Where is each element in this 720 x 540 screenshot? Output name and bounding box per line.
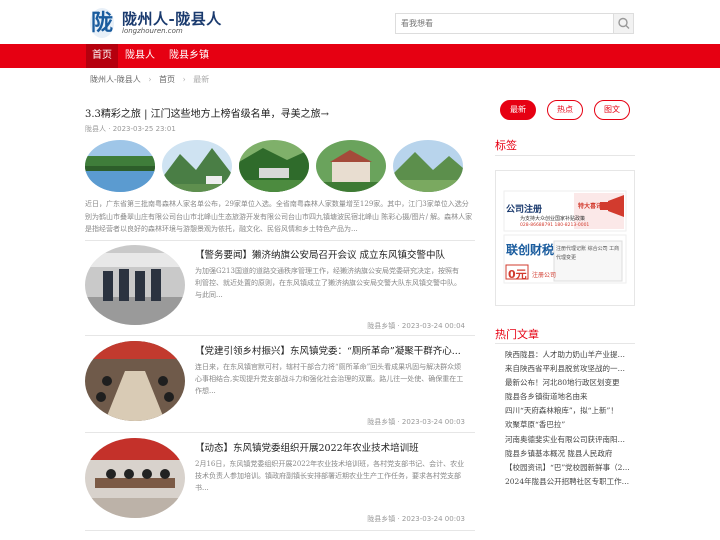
article-meta: 陇县乡镇 · 2023-03-24 00:03	[367, 514, 465, 524]
site-header: 陇 陇州人-陇县人 longzhouren.com	[0, 0, 720, 44]
hot-article-item[interactable]: 2024年陇县公开招聘社区专职工作人...	[505, 475, 630, 489]
featured-date: 2023-03-25 23:01	[112, 125, 176, 133]
chevron-right-icon: ›	[182, 75, 186, 84]
ad-badge: 注册代理记账 综合公司 工商代理变更	[556, 246, 620, 261]
sidebar-tabs: 最新 热点 图文	[495, 100, 635, 122]
hot-article-item[interactable]: 欢聚草原“香巴拉”	[505, 418, 630, 432]
ad-brand-1: 公司注册	[506, 205, 543, 215]
ad-image	[503, 190, 627, 284]
divider	[85, 432, 475, 433]
nav-item-home[interactable]: 首页	[86, 44, 118, 68]
breadcrumb-current: 最新	[193, 75, 210, 84]
thumb-forest-lake[interactable]	[85, 140, 155, 192]
ad-phone: 028-86688791 180-8213-0001	[520, 223, 590, 228]
hot-article-item[interactable]: 陇县乡镇基本概况 陇县人民政府	[505, 447, 630, 461]
ad-brand-2: 联创财税	[506, 243, 555, 257]
article-title[interactable]: 【动态】东风镇党委组织开展2022年农业技术培训班	[195, 440, 475, 454]
thumb-villa[interactable]	[316, 140, 386, 192]
article-title[interactable]: 【党建引领乡村振兴】东风镇党委：“厕所革命”凝聚干群齐心...	[195, 343, 475, 357]
hot-article-item[interactable]: 陇县各乡镇街道地名由来	[505, 390, 630, 404]
article-excerpt: 连日来，在东风镇官默可村，辖村干部合力将“厕所革命”回头看成果巩固与解决群众烦心…	[195, 363, 464, 395]
hot-article-item[interactable]: 四川“天府森林粮库”，拟“上新”！	[505, 404, 630, 418]
hot-article-item[interactable]: 来自陕西省平利县脱贫攻坚战的一线...	[505, 362, 630, 376]
divider	[85, 335, 475, 336]
site-logo[interactable]: 陇 陇州人-陇县人 longzhouren.com	[90, 8, 221, 38]
article-thumbnail-training[interactable]	[85, 438, 185, 518]
tab-images[interactable]: 图文	[594, 100, 630, 120]
thumb-resort[interactable]	[239, 140, 309, 192]
hot-article-item[interactable]: 最新公布！河北80地行政区划变更	[505, 376, 630, 390]
ad-line-1: 为支持大众创业国家补贴政策	[520, 216, 586, 222]
hot-article-item[interactable]: 河南奥德斐实业有限公司获评南阳市...	[505, 433, 630, 447]
article-meta: 陇县乡镇 · 2023-03-24 00:03	[367, 417, 465, 427]
list-item[interactable]: 【警务要闻】獭济纳旗公安局召开会议 成立东风镇交警中队 为加强G213国道的道路…	[85, 241, 475, 333]
article-source: 陇县乡镇	[367, 322, 396, 330]
divider	[495, 155, 635, 156]
list-item[interactable]: 【动态】东风镇党委组织开展2022年农业技术培训班 2月16日，东风镇党委组织开…	[85, 434, 475, 526]
site-title: 陇州人-陇县人	[122, 10, 222, 28]
article-date: 2023-03-24 00:03	[401, 418, 465, 426]
site-domain: longzhouren.com	[122, 27, 183, 35]
search-box	[395, 13, 634, 34]
ad-price-label: 注册公司	[532, 272, 557, 279]
article-thumbnail-police[interactable]	[85, 245, 185, 325]
article-date: 2023-03-24 00:03	[401, 515, 465, 523]
tab-hot[interactable]: 热点	[547, 100, 583, 120]
search-input[interactable]	[396, 14, 614, 33]
featured-author: 陇县人	[85, 125, 106, 133]
article-title[interactable]: 【警务要闻】獭济纳旗公安局召开会议 成立东风镇交警中队	[195, 247, 475, 261]
main-nav: 首页 陇县人 陇县乡镇	[0, 44, 720, 68]
logo-badge: 陇	[90, 8, 114, 38]
featured-meta: 陇县人 · 2023-03-25 23:01	[85, 124, 176, 134]
featured-excerpt: 近日，广东省第三批南粤森林人家名单公布，29家单位入选。全省南粤森林人家数量增至…	[85, 200, 473, 233]
chevron-right-icon: ›	[148, 75, 152, 84]
breadcrumb-home[interactable]: 首页	[159, 74, 175, 85]
list-item[interactable]: 【党建引领乡村振兴】东风镇党委：“厕所革命”凝聚干群齐心... 连日来，在东风镇…	[85, 337, 475, 429]
featured-thumbnails	[85, 140, 465, 192]
article-meta: 陇县乡镇 · 2023-03-24 00:04	[367, 321, 465, 331]
article-source: 陇县乡镇	[367, 515, 396, 523]
tags-heading: 标签	[495, 139, 517, 152]
divider	[85, 530, 475, 531]
hot-article-item[interactable]: 陕西陇县：人才助力奶山羊产业提质...	[505, 348, 630, 362]
article-excerpt: 为加强G213国道的道路交通秩序管理工作，经獭济纳旗公安局党委研究决定，按照有利…	[195, 267, 461, 299]
article-excerpt: 2月16日，东风镇党委组织开展2022年农业技术培训班，各村党支部书记、会计、农…	[195, 460, 465, 492]
hot-articles-list: 陕西陇县：人才助力奶山羊产业提质... 来自陕西省平利县脱贫攻坚战的一线... …	[505, 348, 630, 489]
breadcrumb-site[interactable]: 陇州人-陇县人	[90, 74, 141, 85]
article-date: 2023-03-24 00:04	[401, 322, 465, 330]
featured-title[interactable]: 3.3精彩之旅 | 江门这些地方上榜省级名单，寻美之旅→	[85, 105, 329, 120]
ad-banner[interactable]: 公司注册 特大喜讯 为支持大众创业国家补贴政策 028-86688791 180…	[495, 170, 635, 306]
thumb-peaks[interactable]	[393, 140, 463, 192]
divider	[495, 343, 635, 344]
article-thumbnail-meeting[interactable]	[85, 341, 185, 421]
nav-item-towns[interactable]: 陇县乡镇	[164, 44, 214, 68]
tab-latest[interactable]: 最新	[500, 100, 536, 120]
hot-articles-heading: 热门文章	[495, 328, 539, 341]
nav-item-longxian-people[interactable]: 陇县人	[120, 44, 160, 68]
article-source: 陇县乡镇	[367, 418, 396, 426]
hot-article-item[interactable]: 【校园资讯】“巴”党校园新鲜事（2...	[505, 461, 630, 475]
breadcrumb: 陇州人-陇县人 › 首页 › 最新	[90, 74, 209, 86]
thumb-mountain[interactable]	[162, 140, 232, 192]
search-button[interactable]	[613, 14, 633, 33]
search-icon	[618, 17, 630, 29]
ad-price: 0元	[508, 268, 527, 281]
ad-highlight: 特大喜讯	[578, 203, 603, 210]
